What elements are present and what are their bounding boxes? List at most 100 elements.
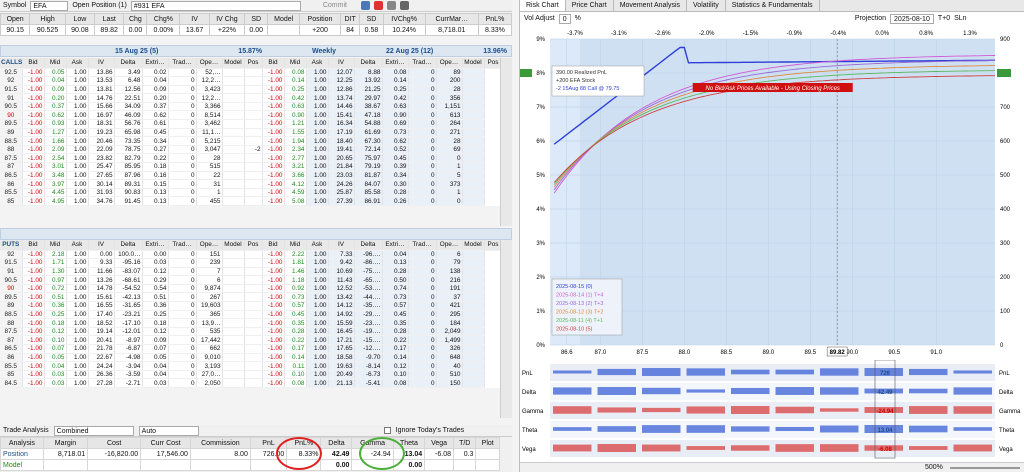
- analysis-row-position[interactable]: Position 8,718.01 -16,820.00 17,546.00 8.00 7…: [0, 448, 500, 460]
- option-row[interactable]: 89.5 -1.00 0.93 1.00 18.31 56.76 0.61 0 3,462 -1.…: [0, 119, 502, 129]
- option-row[interactable]: 88 -1.00 2.09 1.00 22.09 78.75 0.27 0 3,047 -2 -1.…: [0, 145, 502, 155]
- column-header[interactable]: Extri…: [142, 58, 169, 69]
- option-row[interactable]: 89 -1.00 1.27 1.00 19.23 65.98 0.45 0 11,1… -1.00…: [0, 128, 502, 138]
- column-header[interactable]: Delta: [114, 240, 143, 251]
- option-row[interactable]: 87.5 -1.00 0.12 1.00 19.14 -12.01 0.12 0 535 -1.0…: [0, 327, 502, 337]
- tab-movement-analysis[interactable]: Movement Analysis: [614, 0, 688, 11]
- commit-button[interactable]: Commit: [323, 2, 347, 9]
- settings-icon[interactable]: [399, 1, 409, 10]
- column-header[interactable]: Delta: [354, 240, 383, 251]
- column-header[interactable]: Trad…: [168, 240, 197, 251]
- column-header[interactable]: Mid: [44, 58, 67, 69]
- option-row[interactable]: 88 -1.00 0.18 1.00 18.52 -17.10 0.18 0 13,9… -1.0…: [0, 318, 502, 328]
- option-cell: [462, 353, 485, 363]
- column-header[interactable]: Delta: [354, 58, 383, 69]
- column-header[interactable]: Ope…: [436, 240, 463, 251]
- option-row[interactable]: 91.5 -1.00 1.71 1.00 9.33 -95.16 0.03 0 239 -1.00…: [0, 258, 502, 268]
- analysis-row-model[interactable]: Model 0.00 0.00: [0, 459, 500, 471]
- option-cell: 1.00: [306, 344, 329, 354]
- option-row[interactable]: 91.5 -1.00 0.09 1.00 13.81 12.56 0.09 0 3,423 -1.…: [0, 85, 502, 95]
- option-row[interactable]: 92 -1.00 2.18 1.00 0.00 100.0… 0.00 0 151 -1.00 2.…: [0, 250, 502, 260]
- column-header[interactable]: Model: [462, 240, 485, 251]
- option-row[interactable]: 85 -1.00 4.95 1.00 34.76 91.45 0.13 0 455 -1.00 5.…: [0, 196, 502, 206]
- tab-price-chart[interactable]: Price Chart: [566, 0, 614, 11]
- column-header[interactable]: Extri…: [382, 240, 409, 251]
- column-header[interactable]: Ope…: [196, 240, 223, 251]
- column-header[interactable]: Ask: [306, 240, 329, 251]
- option-cell: 22.51: [114, 93, 143, 103]
- column-header[interactable]: Model: [222, 58, 245, 69]
- column-header[interactable]: Ask: [66, 240, 89, 251]
- puts-scrollbar[interactable]: [500, 240, 512, 418]
- option-row[interactable]: 91 -1.00 0.20 1.00 14.76 22.51 0.20 0 12,2… -1.00…: [0, 93, 502, 103]
- analysis-cell: -6.08: [424, 448, 455, 460]
- option-row[interactable]: 92 -1.00 0.04 1.00 13.53 6.48 0.04 0 12,2… -1.00 0…: [0, 76, 502, 86]
- column-header[interactable]: Extri…: [382, 58, 409, 69]
- option-row[interactable]: 85.5 -1.00 4.45 1.00 31.93 90.83 0.13 0 1 -1.00 4.…: [0, 188, 502, 198]
- column-header[interactable]: Delta: [114, 58, 143, 69]
- option-row[interactable]: 88.5 -1.00 1.66 1.00 20.46 73.35 0.34 0 5,215 -1.…: [0, 136, 502, 146]
- risk-chart[interactable]: 9%9008%8007%7006%6005%5004%4003%3002%200…: [520, 25, 1024, 360]
- column-header[interactable]: IV: [88, 58, 115, 69]
- column-header[interactable]: Bid: [22, 240, 45, 251]
- ignore-trades-checkbox[interactable]: [383, 427, 391, 434]
- column-header[interactable]: Pos: [244, 58, 263, 69]
- column-header[interactable]: Model: [222, 240, 245, 251]
- option-row[interactable]: 84.5 -1.00 0.03 1.00 27.28 -2.71 0.03 0 2,050 -1.…: [0, 378, 502, 388]
- column-header[interactable]: Mid: [284, 58, 307, 69]
- tab-statistics-fundamentals[interactable]: Statistics & Fundamentals: [726, 0, 820, 11]
- tab-volatility[interactable]: Volatility: [687, 0, 726, 11]
- column-header[interactable]: Ask: [306, 58, 329, 69]
- y-right-tick: 300: [1000, 241, 1011, 247]
- column-header[interactable]: IV: [328, 58, 355, 69]
- option-row[interactable]: 90 -1.00 0.62 1.00 16.97 46.09 0.62 0 8,514 -1.00…: [0, 110, 502, 121]
- option-row[interactable]: 86 -1.00 0.05 1.00 22.67 -4.98 0.05 0 9,010 -1.00…: [0, 353, 502, 363]
- option-row[interactable]: 91 -1.00 1.30 1.00 11.66 -83.07 0.12 0 7 -1.00 1.4…: [0, 267, 502, 277]
- projection-date-input[interactable]: 2025-08-10: [890, 13, 934, 24]
- column-header[interactable]: IV: [328, 240, 355, 251]
- column-header[interactable]: Ope…: [196, 58, 223, 69]
- option-row[interactable]: 90.5 -1.00 0.37 1.00 15.66 34.09 0.37 0 3,366 -1.…: [0, 102, 502, 112]
- edit-icon[interactable]: [386, 1, 396, 10]
- option-row[interactable]: 85 -1.00 0.03 1.00 26.36 -3.59 0.04 0 27,0… -1.00…: [0, 370, 502, 380]
- column-header[interactable]: Bid: [262, 58, 285, 69]
- column-header[interactable]: Ope…: [436, 58, 463, 69]
- option-row[interactable]: 86.5 -1.00 0.07 1.00 21.78 -6.87 0.07 0 662 -1.00…: [0, 344, 502, 354]
- close-icon[interactable]: [373, 1, 383, 10]
- column-header[interactable]: Model: [462, 58, 485, 69]
- analysis-mode-select[interactable]: Combined: [53, 425, 134, 436]
- zoom-slider[interactable]: [950, 467, 1020, 469]
- option-row[interactable]: 89.5 -1.00 0.51 1.00 15.61 -42.13 0.51 0 267 -1.0…: [0, 292, 502, 303]
- vol-adjust-input[interactable]: 0: [558, 13, 571, 24]
- option-row[interactable]: 90.5 -1.00 0.97 1.00 13.26 -68.61 0.29 0 6 -1.00 1…: [0, 275, 502, 285]
- option-row[interactable]: 86 -1.00 3.97 1.00 30.14 89.31 0.15 0 31 -1.00 4.1…: [0, 179, 502, 189]
- option-row[interactable]: 89 -1.00 0.36 1.00 16.55 -31.65 0.36 0 19,603 -1.…: [0, 301, 502, 311]
- analysis-auto-select[interactable]: Auto: [138, 425, 199, 436]
- option-row[interactable]: 85.5 -1.00 0.04 1.00 24.24 -3.94 0.04 0 3,193 -1.…: [0, 361, 502, 371]
- column-header[interactable]: Trad…: [408, 58, 437, 69]
- option-row[interactable]: 86.5 -1.00 3.48 1.00 27.65 87.96 0.16 0 22 -1.00 3…: [0, 171, 502, 181]
- save-icon[interactable]: [360, 1, 370, 10]
- column-header[interactable]: Mid: [284, 240, 307, 251]
- tab-risk-chart[interactable]: Risk Chart: [520, 0, 566, 11]
- option-row[interactable]: 90 -1.00 0.72 1.00 14.78 -54.52 0.54 0 9,874 -1.0…: [0, 284, 502, 294]
- option-row[interactable]: 87 -1.00 3.01 1.00 25.47 85.95 0.18 0 515 -1.00 3.…: [0, 162, 502, 172]
- column-header[interactable]: Extri…: [142, 240, 169, 251]
- column-header[interactable]: Trad…: [408, 240, 437, 251]
- column-header[interactable]: Mid: [44, 240, 67, 251]
- sln-button[interactable]: SLn: [954, 15, 966, 22]
- column-header[interactable]: Ask: [66, 58, 89, 69]
- calls-scrollbar[interactable]: [500, 58, 512, 226]
- column-header[interactable]: Trad…: [168, 58, 197, 69]
- column-header[interactable]: Pos: [244, 240, 263, 251]
- column-header[interactable]: Bid: [262, 240, 285, 251]
- option-row[interactable]: 87 -1.00 0.10 1.00 20.41 -8.97 0.09 0 17,442 -1.0…: [0, 335, 502, 346]
- t0-button[interactable]: T+0: [938, 15, 950, 22]
- symbol-input[interactable]: EFA: [30, 0, 69, 11]
- position-select[interactable]: #931 EFA: [130, 0, 301, 11]
- column-header[interactable]: Bid: [22, 58, 45, 69]
- column-header[interactable]: IV: [88, 240, 115, 251]
- option-row[interactable]: 87.5 -1.00 2.54 1.00 23.82 82.79 0.22 0 28 -1.00 2…: [0, 153, 502, 164]
- option-row[interactable]: 92.5 -1.00 0.05 1.00 13.86 3.49 0.02 0 52,… -1.00…: [0, 68, 502, 78]
- option-row[interactable]: 88.5 -1.00 0.25 1.00 17.40 -23.21 0.25 0 365 -1.0…: [0, 310, 502, 320]
